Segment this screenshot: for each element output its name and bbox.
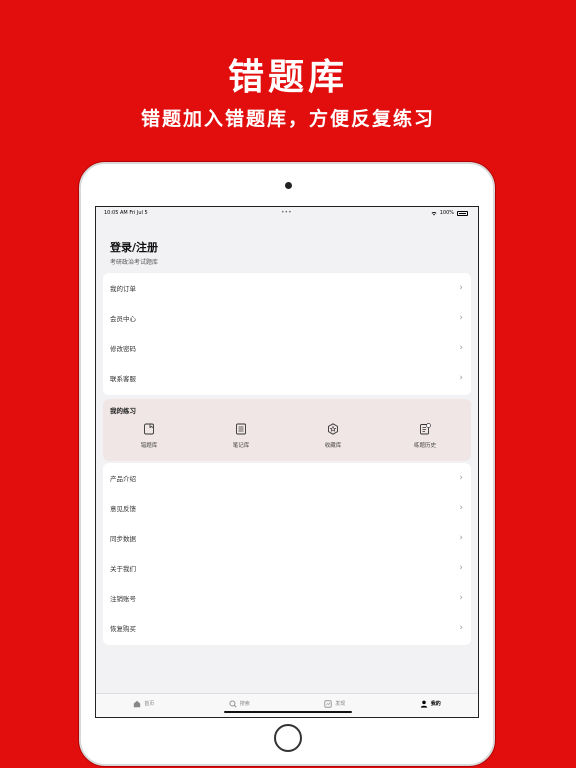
tab-profile[interactable]: 我的 xyxy=(383,694,479,717)
chevron-right-icon: › xyxy=(459,473,463,483)
tab-home[interactable]: 首页 xyxy=(96,694,192,717)
practice-item-history[interactable]: 练题历史 xyxy=(379,423,471,449)
home-icon xyxy=(134,700,141,707)
practice-item-notes[interactable]: 笔记库 xyxy=(195,423,287,449)
wifi-icon xyxy=(431,211,437,215)
menu-item-label: 产品介绍 xyxy=(110,475,136,483)
chevron-right-icon: › xyxy=(459,533,463,543)
status-time: 10:05 AM Fri Jul 5 xyxy=(104,210,148,216)
my-practice-card: 我的练习 错题库 笔记库 收藏库 练题历史 xyxy=(103,399,471,461)
home-indicator[interactable] xyxy=(224,711,352,713)
home-button[interactable] xyxy=(274,724,302,752)
tab-discover[interactable]: 发现 xyxy=(287,694,383,717)
favorites-icon xyxy=(328,423,338,435)
battery-icon xyxy=(457,210,468,216)
practice-item-label: 笔记库 xyxy=(232,443,250,449)
menu-item-sync-data[interactable]: 同步数据 › xyxy=(103,523,471,553)
tab-search[interactable]: 搜索 xyxy=(192,694,288,717)
menu-item-label: 同步数据 xyxy=(110,535,136,543)
menu-item-about-us[interactable]: 关于我们 › xyxy=(103,553,471,583)
chevron-right-icon: › xyxy=(459,373,463,383)
practice-item-label: 收藏库 xyxy=(324,443,342,449)
battery-percent: 100% xyxy=(439,210,454,216)
menu-item-contact-support[interactable]: 联系客服 › xyxy=(103,363,471,393)
menu-item-orders[interactable]: 我的订单 › xyxy=(103,273,471,303)
promo-subline: 错题加入错题库，方便反复练习 xyxy=(140,108,435,130)
menu-item-delete-account[interactable]: 注销账号 › xyxy=(103,583,471,613)
account-menu-card: 我的订单 › 会员中心 › 修改密码 › 联系客服 › xyxy=(103,273,471,395)
chevron-right-icon: › xyxy=(459,593,463,603)
notes-icon xyxy=(236,423,246,435)
app-screen: 10:05 AM Fri Jul 5 ••• 100% 登录/注册 考研政治考试… xyxy=(95,206,479,718)
profile-subtitle: 考研政治考试题库 xyxy=(110,259,159,266)
promo-headline: 错题库 xyxy=(227,57,348,98)
tab-label: 搜索 xyxy=(239,701,250,707)
wrong-questions-icon xyxy=(144,423,154,435)
multitasking-dots-icon[interactable]: ••• xyxy=(281,209,292,216)
chevron-right-icon: › xyxy=(459,343,463,353)
tab-bar: 首页 搜索 发现 我的 xyxy=(96,693,478,717)
chevron-right-icon: › xyxy=(459,503,463,513)
menu-item-label: 修改密码 xyxy=(110,345,136,353)
practice-title: 我的练习 xyxy=(110,407,136,415)
chevron-right-icon: › xyxy=(459,563,463,573)
tab-label: 发现 xyxy=(335,701,346,707)
menu-item-label: 恢复购买 xyxy=(110,625,136,633)
tab-label: 我的 xyxy=(430,701,441,707)
practice-item-label: 练题历史 xyxy=(413,443,436,449)
menu-item-label: 联系客服 xyxy=(110,375,136,383)
search-icon xyxy=(229,699,237,708)
tab-label: 首页 xyxy=(144,701,155,707)
profile-icon xyxy=(420,700,427,708)
tablet-frame: 10:05 AM Fri Jul 5 ••• 100% 登录/注册 考研政治考试… xyxy=(79,162,495,766)
other-menu-card: 产品介绍 › 意见反馈 › 同步数据 › 关于我们 › 注销账号 › 恢复购买 … xyxy=(103,463,471,645)
status-bar: 10:05 AM Fri Jul 5 ••• 100% xyxy=(96,207,478,219)
discover-icon xyxy=(324,699,332,708)
chevron-right-icon: › xyxy=(459,283,463,293)
menu-item-label: 关于我们 xyxy=(110,565,136,573)
menu-item-label: 意见反馈 xyxy=(110,505,136,513)
practice-item-wrong-questions[interactable]: 错题库 xyxy=(103,423,195,449)
menu-item-label: 注销账号 xyxy=(110,595,136,603)
menu-item-label: 我的订单 xyxy=(110,285,136,293)
menu-item-restore-purchase[interactable]: 恢复购买 › xyxy=(103,613,471,643)
menu-item-product-intro[interactable]: 产品介绍 › xyxy=(103,463,471,493)
practice-item-label: 错题库 xyxy=(140,443,158,449)
practice-item-favorites[interactable]: 收藏库 xyxy=(287,423,379,449)
chevron-right-icon: › xyxy=(459,313,463,323)
history-icon xyxy=(420,423,431,435)
login-register-link[interactable]: 登录/注册 xyxy=(110,239,158,255)
menu-item-label: 会员中心 xyxy=(110,315,136,323)
menu-item-feedback[interactable]: 意见反馈 › xyxy=(103,493,471,523)
chevron-right-icon: › xyxy=(459,623,463,633)
menu-item-membership[interactable]: 会员中心 › xyxy=(103,303,471,333)
menu-item-change-password[interactable]: 修改密码 › xyxy=(103,333,471,363)
camera-icon xyxy=(285,182,292,189)
status-right: 100% xyxy=(431,210,468,216)
